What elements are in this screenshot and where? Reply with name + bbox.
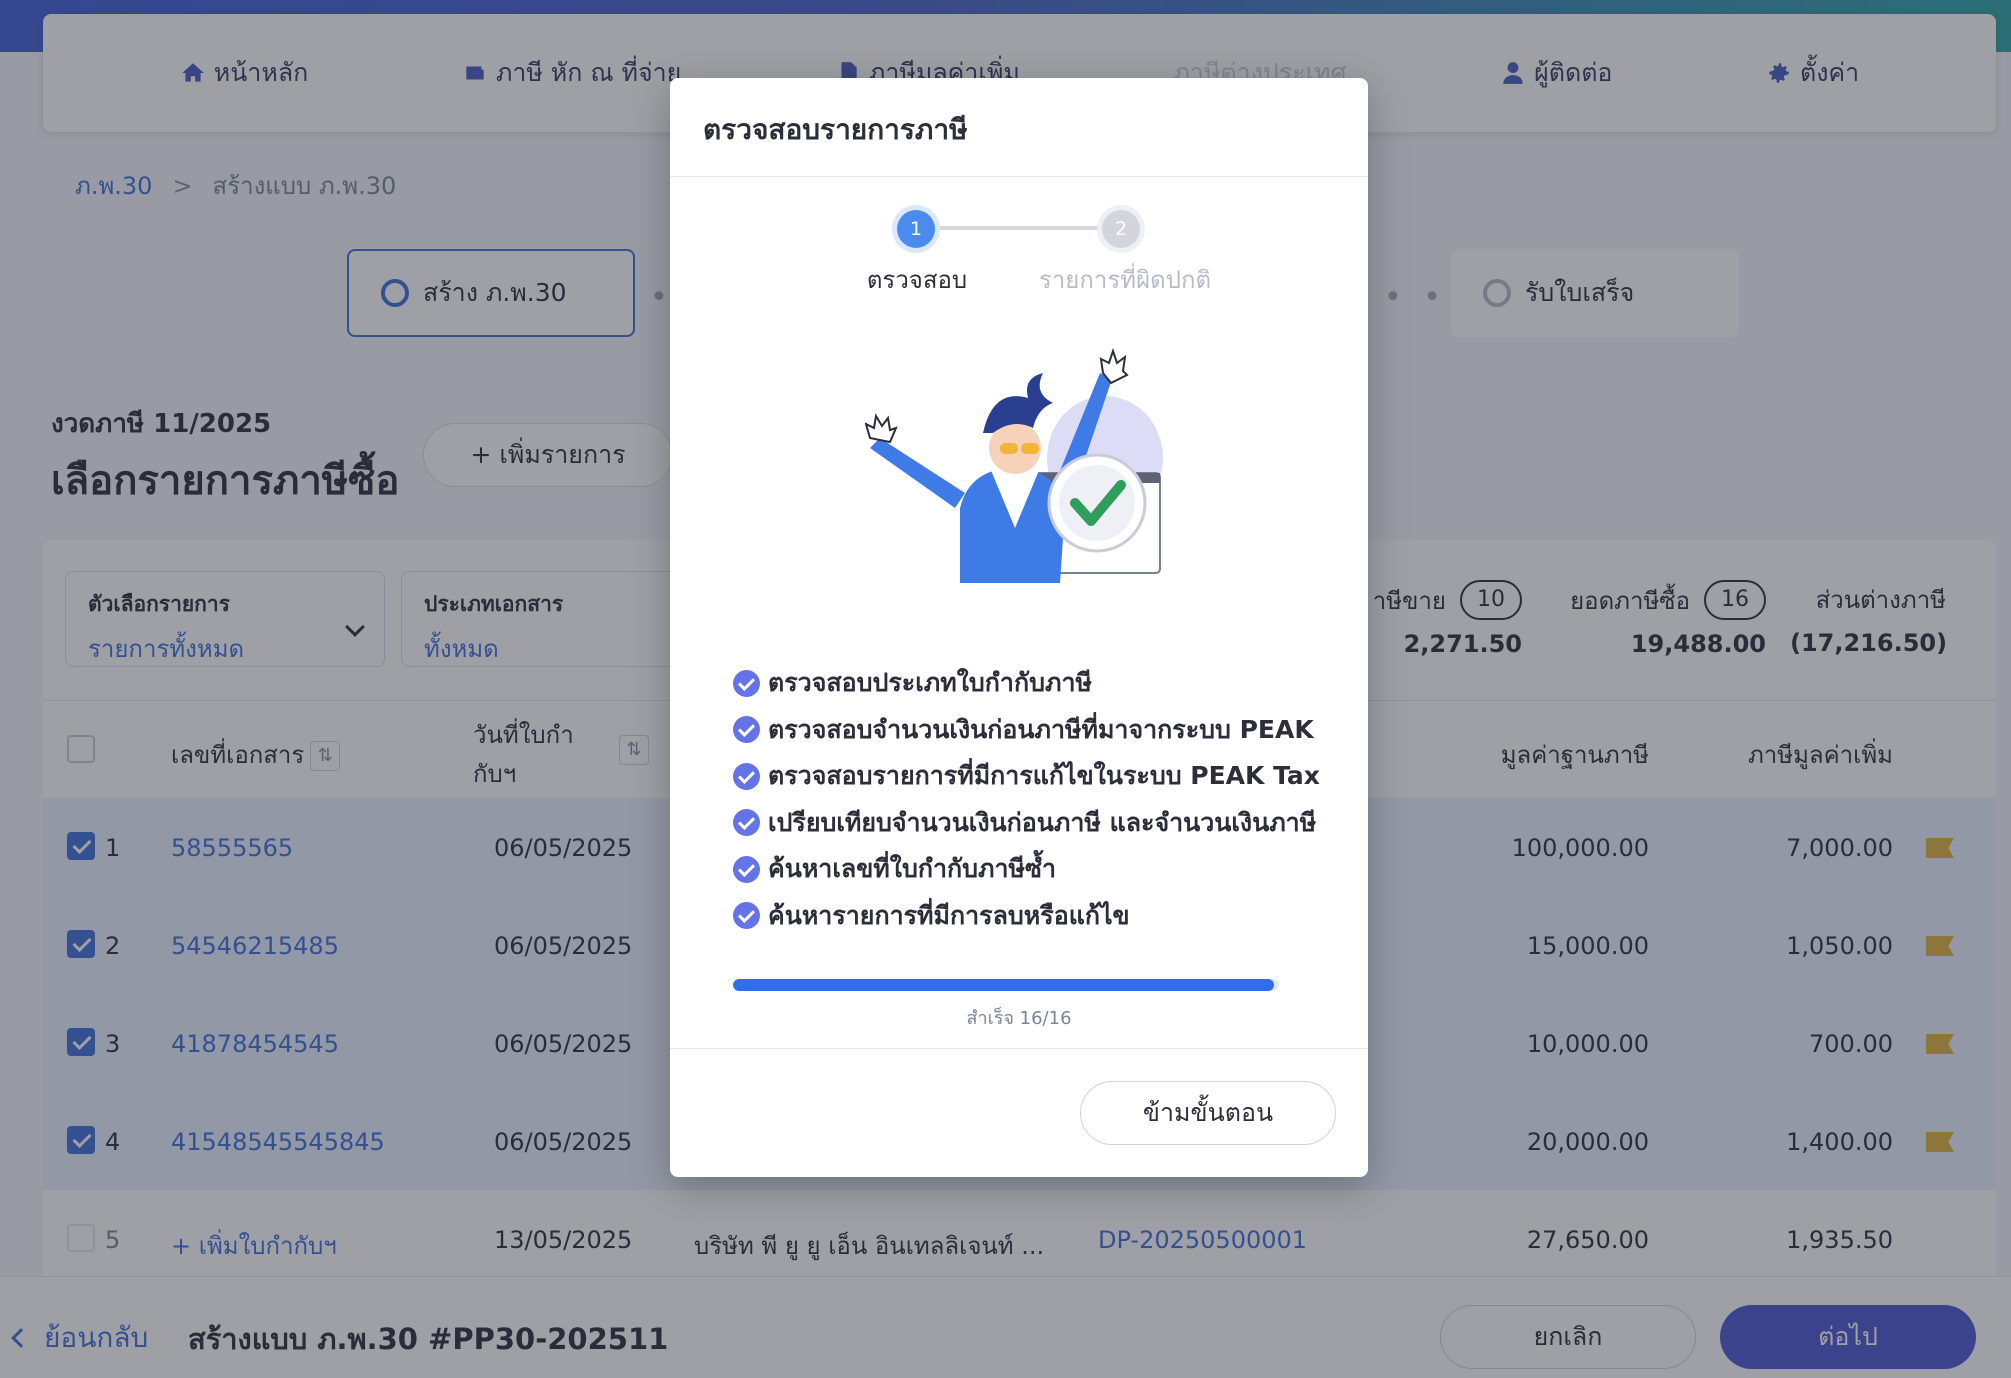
check-item-label: เปรียบเทียบจำนวนเงินก่อนภาษี และจำนวนเงิ… <box>768 807 1317 837</box>
modal-title: ตรวจสอบรายการภาษี <box>703 113 968 146</box>
stepper-step-2-label: รายการที่ผิดปกติ <box>1038 266 1212 294</box>
modal-divider <box>670 176 1368 177</box>
modal-divider <box>670 1048 1368 1049</box>
check-item-label: ค้นหาเลขที่ใบกำกับภาษีซ้ำ <box>768 854 1057 884</box>
stepper-step-1-label: ตรวจสอบ <box>866 266 968 294</box>
check-item: ตรวจสอบประเภทใบกำกับภาษี <box>733 660 1320 707</box>
stepper-connector <box>916 226 1102 230</box>
skip-step-button[interactable]: ข้ามขั้นตอน <box>1080 1081 1336 1145</box>
progress-bar <box>733 979 1279 991</box>
stepper-step-2: 2 <box>1102 210 1140 248</box>
check-item: ตรวจสอบรายการที่มีการแก้ไขในระบบ PEAK Ta… <box>733 753 1320 800</box>
check-circle-icon <box>733 902 760 930</box>
check-list: ตรวจสอบประเภทใบกำกับภาษี ตรวจสอบจำนวนเงิ… <box>733 660 1320 939</box>
check-item: ตรวจสอบจำนวนเงินก่อนภาษีที่มาจากระบบ PEA… <box>733 707 1320 754</box>
progress-text: สำเร็จ 16/16 <box>966 1008 1072 1029</box>
success-illustration <box>865 347 1163 583</box>
check-item-label: ค้นหารายการที่มีการลบหรือแก้ไข <box>768 900 1130 930</box>
check-circle-icon <box>733 716 760 744</box>
check-item-label: ตรวจสอบรายการที่มีการแก้ไขในระบบ PEAK Ta… <box>768 761 1320 791</box>
check-item: ค้นหาเลขที่ใบกำกับภาษีซ้ำ <box>733 846 1320 893</box>
check-circle-icon <box>733 855 760 883</box>
check-item: เปรียบเทียบจำนวนเงินก่อนภาษี และจำนวนเงิ… <box>733 800 1320 847</box>
check-item-label: ตรวจสอบประเภทใบกำกับภาษี <box>768 668 1092 698</box>
check-circle-icon <box>733 809 760 837</box>
check-circle-icon <box>733 669 760 697</box>
check-item-label: ตรวจสอบจำนวนเงินก่อนภาษีที่มาจากระบบ PEA… <box>768 714 1314 744</box>
tax-check-modal: ตรวจสอบรายการภาษี 1 2 ตรวจสอบ รายการที่ผ… <box>670 78 1368 1177</box>
progress-fill <box>733 979 1274 991</box>
check-circle-icon <box>733 762 760 790</box>
check-item: ค้นหารายการที่มีการลบหรือแก้ไข <box>733 893 1320 940</box>
stepper-step-1: 1 <box>897 210 935 248</box>
